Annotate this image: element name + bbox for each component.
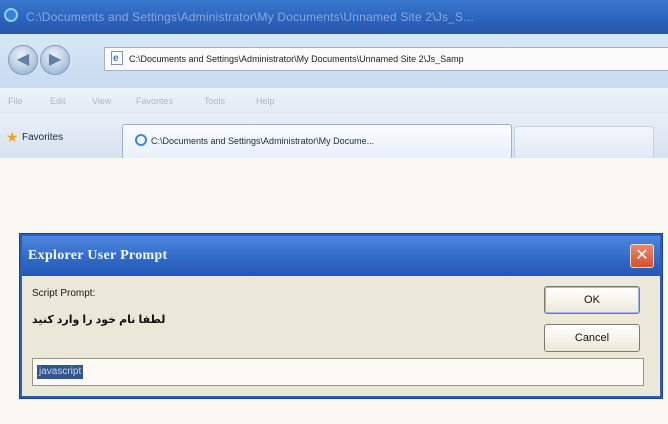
menu-view[interactable]: View: [92, 96, 111, 106]
menu-file[interactable]: File: [8, 96, 23, 106]
cancel-button[interactable]: Cancel: [544, 324, 640, 352]
ie-logo-icon: [4, 8, 18, 22]
url-field[interactable]: C:\Documents and Settings\Administrator\…: [104, 47, 668, 71]
ok-button[interactable]: OK: [544, 286, 640, 314]
ie-tab-icon: [135, 134, 147, 146]
favorites-star-icon: ★: [6, 129, 19, 145]
script-prompt-label: Script Prompt:: [32, 288, 96, 299]
favorites-bar: ★ Favorites C:\Documents and Settings\Ad…: [0, 114, 668, 159]
close-button[interactable]: ✕: [630, 244, 654, 268]
new-tab-button[interactable]: [514, 126, 654, 158]
prompt-message: لطفا نام خود را وارد کنید: [32, 314, 166, 326]
dialog-title-bar[interactable]: Explorer User Prompt ✕: [22, 236, 660, 276]
selected-input-text: javascript: [37, 365, 84, 379]
prompt-input[interactable]: javascript: [32, 358, 644, 386]
page-icon: [111, 48, 123, 70]
prompt-dialog: Explorer User Prompt ✕ Script Prompt: لط…: [20, 234, 662, 398]
dialog-title: Explorer User Prompt: [28, 248, 168, 263]
menu-favorites[interactable]: Favorites: [136, 96, 173, 106]
back-button[interactable]: ◀: [8, 45, 38, 75]
menu-help[interactable]: Help: [256, 96, 275, 106]
menu-bar: File Edit View Favorites Tools Help: [0, 88, 668, 114]
window-title-bar: C:\Documents and Settings\Administrator\…: [0, 0, 668, 34]
url-text: C:\Documents and Settings\Administrator\…: [129, 54, 464, 64]
window-title: C:\Documents and Settings\Administrator\…: [26, 10, 474, 24]
forward-button[interactable]: ▶: [40, 45, 70, 75]
back-arrow-icon: ◀: [16, 51, 30, 68]
address-bar: ◀ ▶ C:\Documents and Settings\Administra…: [0, 34, 668, 88]
close-icon: ✕: [635, 247, 649, 264]
menu-tools[interactable]: Tools: [204, 96, 225, 106]
tab-title: C:\Documents and Settings\Administrator\…: [151, 136, 375, 146]
browser-tab[interactable]: C:\Documents and Settings\Administrator\…: [122, 124, 512, 158]
forward-arrow-icon: ▶: [48, 51, 62, 68]
menu-edit[interactable]: Edit: [50, 96, 66, 106]
favorites-button[interactable]: Favorites: [22, 132, 63, 143]
